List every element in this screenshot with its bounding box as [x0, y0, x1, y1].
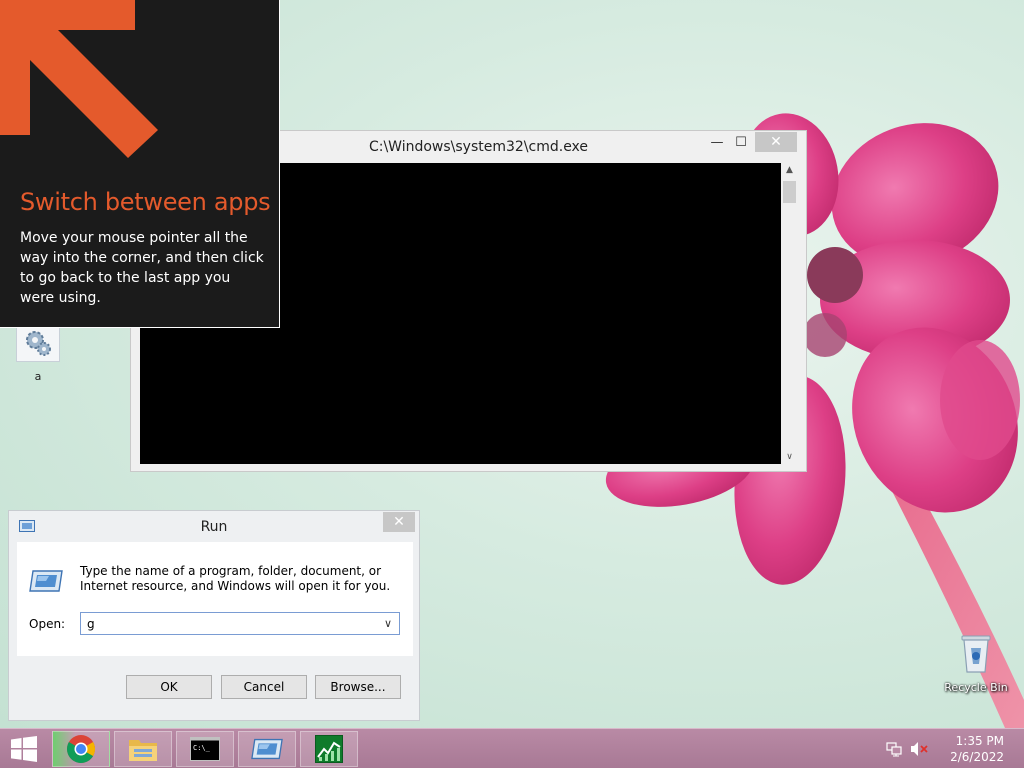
scroll-down-icon[interactable]: ∨	[781, 452, 798, 462]
ok-button[interactable]: OK	[126, 675, 212, 699]
cancel-button[interactable]: Cancel	[221, 675, 307, 699]
taskbar-run[interactable]	[238, 731, 296, 767]
taskbar-chrome[interactable]	[52, 731, 110, 767]
taskbar: C:\_ 1:35 PM 2/6/2022	[0, 728, 1024, 768]
clock-date: 2/6/2022	[950, 750, 1004, 764]
scroll-up-icon[interactable]: ▲	[781, 165, 798, 175]
gears-icon	[16, 324, 60, 362]
clock-time: 1:35 PM	[955, 734, 1004, 748]
run-panel: Type the name of a program, folder, docu…	[17, 542, 413, 656]
tip-body: Move your mouse pointer all the way into…	[20, 230, 264, 306]
vertical-scrollbar[interactable]: ▲ ∨	[781, 163, 798, 464]
open-combobox[interactable]: ∨	[80, 612, 400, 635]
start-button[interactable]	[0, 731, 48, 767]
chrome-icon	[67, 735, 95, 763]
desktop-icon-recycle-bin[interactable]: Recycle Bin	[940, 630, 1012, 694]
task-manager-icon	[315, 735, 343, 763]
network-icon[interactable]	[886, 741, 902, 757]
tip-heading: Switch between apps	[20, 188, 271, 216]
close-button[interactable]: ✕	[383, 512, 415, 532]
cmd-icon-text: C:\_	[193, 744, 211, 752]
volume-muted-icon[interactable]	[910, 741, 928, 757]
folder-icon	[129, 740, 157, 761]
switch-apps-tip: Switch between apps Move your mouse poin…	[0, 0, 280, 328]
clock[interactable]: 1:35 PM 2/6/2022	[950, 733, 1004, 765]
close-button[interactable]: ✕	[755, 132, 797, 152]
desktop-icon-label: a	[34, 370, 42, 383]
system-tray: 1:35 PM 2/6/2022	[884, 729, 1024, 768]
recycle-bin-icon	[961, 635, 991, 673]
scroll-thumb[interactable]	[783, 181, 796, 203]
dialog-title: Run	[200, 519, 228, 535]
browse-button[interactable]: Browse...	[315, 675, 401, 699]
run-description: Type the name of a program, folder, docu…	[80, 564, 391, 593]
desktop-icon-settings[interactable]: a	[12, 324, 64, 383]
taskbar-file-explorer[interactable]	[114, 731, 172, 767]
taskbar-cmd[interactable]: C:\_	[176, 731, 234, 767]
open-label: Open:	[29, 617, 66, 631]
run-dialog[interactable]: Run ✕ Type the name of a program, folder…	[8, 510, 420, 721]
arrow-up-left-icon	[0, 0, 158, 158]
run-icon	[29, 570, 63, 592]
chevron-down-icon[interactable]: ∨	[379, 613, 397, 634]
desktop-icon-label: Recycle Bin	[944, 681, 1008, 694]
cmd-icon: C:\_	[190, 737, 220, 761]
open-input[interactable]	[81, 613, 377, 634]
maximize-button[interactable]: ☐	[727, 132, 755, 152]
windows-logo-icon	[11, 736, 37, 762]
run-icon	[251, 738, 283, 760]
taskbar-task-manager[interactable]	[300, 731, 358, 767]
